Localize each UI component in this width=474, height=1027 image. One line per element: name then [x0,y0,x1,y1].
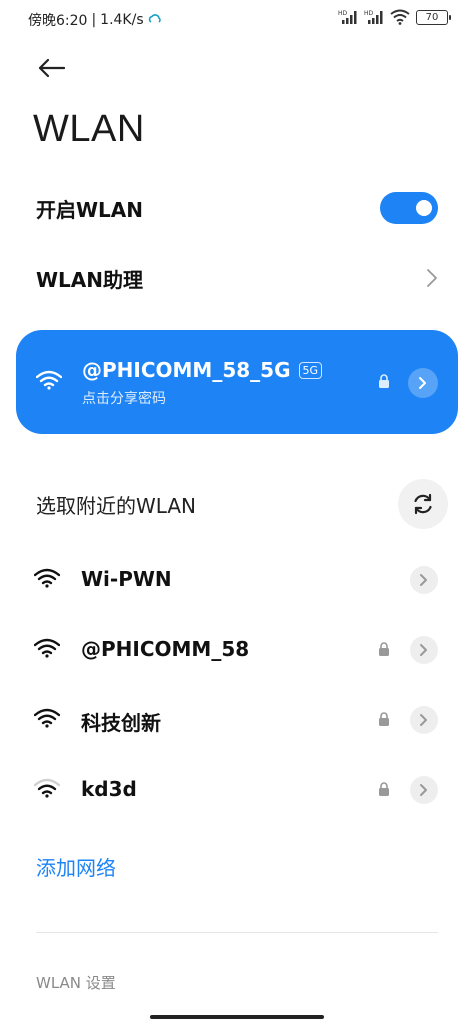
status-right: HD HD 70 [338,9,451,25]
chevron-right-icon [420,574,427,586]
back-button[interactable] [34,54,68,82]
chevron-right-icon [427,269,437,287]
lock-icon [379,712,389,726]
nearby-wlan-header: 选取附近的WLAN [36,494,197,518]
network-ssid: Wi-PWN [81,567,172,591]
wlan-assistant-row[interactable]: WLAN助理 [36,260,438,296]
share-password-hint: 点击分享密码 [82,391,166,407]
chevron-right-icon [419,377,426,389]
wifi-signal-icon [34,568,60,588]
battery-icon: 70 [416,9,451,25]
back-arrow-icon [38,58,65,78]
network-row[interactable]: kd3d [34,770,438,810]
add-network-link[interactable]: 添加网络 [36,852,116,881]
wifi-signal-icon [34,708,60,728]
status-left: 傍晚6:20 | 1.4K/s [28,10,162,30]
toggle-knob [416,200,432,216]
connected-network-card[interactable]: @PHICOMM_58_5G 5G 点击分享密码 [16,330,458,434]
network-detail-button[interactable] [410,636,438,664]
cell-signal-icon-2: HD [364,10,383,24]
network-row[interactable]: Wi-PWN [34,560,438,600]
divider [36,932,438,933]
page-title: WLAN [33,108,145,150]
band-badge: 5G [298,361,323,379]
network-ssid: 科技创新 [81,711,161,735]
network-detail-button[interactable] [410,706,438,734]
wlan-toggle-switch[interactable] [380,192,438,224]
refresh-icon [414,493,432,515]
connected-ssid-wrap: @PHICOMM_58_5G 5G [82,358,323,382]
wlan-settings-label: WLAN 设置 [36,974,116,992]
chevron-right-icon [420,714,427,726]
lock-icon [379,374,389,388]
wifi-signal-icon [34,638,60,658]
network-ssid: kd3d [81,777,137,801]
network-detail-button[interactable] [410,566,438,594]
wlan-toggle-label: 开启WLAN [36,197,144,222]
network-row[interactable]: @PHICOMM_58 [34,630,438,670]
status-bar: 傍晚6:20 | 1.4K/s HD HD 70 [0,0,474,40]
network-detail-button[interactable] [410,776,438,804]
chevron-right-icon [420,784,427,796]
chevron-right-icon [420,644,427,656]
status-time: 傍晚6:20 [28,13,88,29]
wlan-assistant-label: WLAN助理 [36,267,144,292]
wifi-weak-signal-icon [34,778,60,798]
home-indicator[interactable] [150,1015,324,1019]
lock-icon [379,642,389,656]
network-row[interactable]: 科技创新 [34,700,438,740]
wifi-signal-icon [36,370,62,390]
lock-icon [379,782,389,796]
cell-signal-icon: HD [338,10,357,24]
connected-ssid: @PHICOMM_58_5G [82,358,291,382]
hd-label-2: HD [364,10,374,17]
refresh-button[interactable] [398,479,448,529]
network-detail-button[interactable] [408,368,438,398]
network-speed: 1.4K/s [100,12,144,28]
hd-label-1: HD [338,10,348,17]
network-ssid: @PHICOMM_58 [81,637,250,661]
wlan-toggle-row[interactable]: 开启WLAN [36,190,438,226]
wifi-status-icon [390,9,410,25]
cloud-sync-icon [148,14,161,23]
